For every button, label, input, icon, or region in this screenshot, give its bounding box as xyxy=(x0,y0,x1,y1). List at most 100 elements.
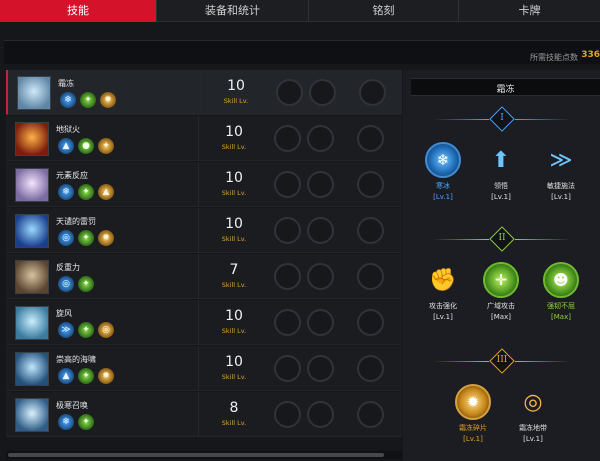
gem-slot[interactable] xyxy=(274,171,301,198)
skill-row[interactable]: 极寒召唤 ❄ ✦ 8 Skill Lv. xyxy=(6,392,402,437)
skill-row[interactable]: 崇高的海啸 ▲ ✦ ✹ 10 Skill Lv. xyxy=(6,346,402,391)
tripod-option-level: [Max] xyxy=(491,313,511,321)
gem-slot[interactable] xyxy=(274,217,301,244)
tripod-option-level: [Lv.1] xyxy=(551,193,571,201)
whirlwind-icon xyxy=(15,306,49,340)
skill-level-label: Skill Lv. xyxy=(221,143,247,151)
skill-row[interactable]: 旋风 ≫ ✦ ◎ 10 Skill Lv. xyxy=(6,300,402,345)
gem-slot[interactable] xyxy=(357,171,384,198)
tripod-rune-icon: ✦ xyxy=(78,368,94,384)
skill-level: 10 xyxy=(225,170,243,186)
attack-boost-icon[interactable]: ✊ xyxy=(425,262,461,298)
skill-row[interactable]: 地狱火 ▲ ● ✦ 10 Skill Lv. xyxy=(6,116,402,161)
tripod-rune-icon: ◎ xyxy=(98,322,114,338)
tripod-option-label: 霜冻地带 xyxy=(519,424,547,432)
gem-slot[interactable] xyxy=(274,125,301,152)
gem-slot[interactable] xyxy=(307,171,334,198)
skill-name: 地狱火 xyxy=(56,125,80,134)
tripod-rune-icons: ▲ ✦ ✹ xyxy=(58,368,114,384)
skill-list: 霜冻 ❄ ✦ ✹ 10 Skill Lv. 地狱火 ▲ ● ✦ 10 Skill Lv. 元素反应 ❄ ✦ ▲… xyxy=(6,70,402,440)
gem-slot[interactable] xyxy=(307,401,334,428)
gem-slot[interactable] xyxy=(357,217,384,244)
tier-divider-line xyxy=(433,119,489,120)
skill-name: 反重力 xyxy=(56,263,80,272)
skill-row[interactable]: 反重力 ◎ ✦ 7 Skill Lv. xyxy=(6,254,402,299)
tripod-rune-icon: ● xyxy=(78,138,94,154)
skill-row[interactable]: 霜冻 ❄ ✦ ✹ 10 Skill Lv. xyxy=(6,70,402,115)
insight-icon[interactable]: ⬆ xyxy=(483,142,519,178)
gem-slot[interactable] xyxy=(359,79,386,106)
tripod-detail-panel: 霜冻 I ❄ 寒冰 [Lv.1] ⬆ 领悟 [Lv.1] ≫ 敏捷施法 [Lv.1] II ✊ 攻击强化… xyxy=(403,70,600,461)
tripod-rune-icon: ✦ xyxy=(80,92,96,108)
tier-numeral: I xyxy=(500,113,504,123)
tripod-rune-icon: ✹ xyxy=(98,230,114,246)
skill-name: 霜冻 xyxy=(58,79,74,88)
hellfire-icon xyxy=(15,122,49,156)
required-points-value: 336 xyxy=(581,50,600,60)
tier-divider-line xyxy=(515,119,571,120)
skill-level-label: Skill Lv. xyxy=(221,281,247,289)
tab-equipment-stats[interactable]: 装备和统计 xyxy=(157,0,309,22)
skill-level-label: Skill Lv. xyxy=(221,327,247,335)
frost-shard-icon[interactable]: ✹ xyxy=(455,384,491,420)
scrollbar-thumb[interactable] xyxy=(8,453,384,457)
gem-slot[interactable] xyxy=(274,355,301,382)
detail-title-bar: 霜冻 xyxy=(411,78,600,96)
tab-skills[interactable]: 技能 xyxy=(0,0,157,22)
tsunami-icon xyxy=(15,352,49,386)
skill-name: 旋风 xyxy=(56,309,72,318)
gem-slot[interactable] xyxy=(309,79,336,106)
tab-bar: 技能 装备和统计 铭刻 卡牌 xyxy=(0,0,600,22)
gem-slot[interactable] xyxy=(274,309,301,336)
tab-engravings[interactable]: 铭刻 xyxy=(309,0,459,22)
row-divider xyxy=(198,392,199,437)
tab-cards[interactable]: 卡牌 xyxy=(459,0,600,22)
skill-level: 10 xyxy=(225,354,243,370)
row-divider xyxy=(198,254,199,299)
gem-slot[interactable] xyxy=(357,401,384,428)
gem-slot[interactable] xyxy=(357,263,384,290)
skill-level-label: Skill Lv. xyxy=(221,373,247,381)
gem-slot[interactable] xyxy=(357,125,384,152)
gem-slot[interactable] xyxy=(276,79,303,106)
skill-name: 极寒召唤 xyxy=(56,401,88,410)
row-divider xyxy=(198,162,199,207)
tier-divider-line xyxy=(433,361,489,362)
tripod-rune-icon: ▲ xyxy=(58,138,74,154)
tripod-rune-icon: ✹ xyxy=(98,368,114,384)
gem-slot[interactable] xyxy=(357,309,384,336)
gem-slot[interactable] xyxy=(307,355,334,382)
gem-slot[interactable] xyxy=(307,263,334,290)
gem-slot[interactable] xyxy=(274,263,301,290)
gem-slot[interactable] xyxy=(307,217,334,244)
skill-level: 8 xyxy=(229,400,239,416)
required-points-label: 所需技能点数 xyxy=(530,53,578,62)
detail-title: 霜冻 xyxy=(496,85,515,95)
anti-gravity-icon xyxy=(15,260,49,294)
skill-level: 10 xyxy=(225,216,243,232)
skill-row[interactable]: 元素反应 ❄ ✦ ▲ 10 Skill Lv. xyxy=(6,162,402,207)
tripod-rune-icons: ▲ ● ✦ xyxy=(58,138,114,154)
quick-cast-icon[interactable]: ≫ xyxy=(543,142,579,178)
frost-rune-icon[interactable]: ❄ xyxy=(425,142,461,178)
tenacity-icon[interactable]: ☻ xyxy=(543,262,579,298)
tripod-rune-icon: ✦ xyxy=(78,184,94,200)
wide-area-icon[interactable]: ✛ xyxy=(483,262,519,298)
gem-slot[interactable] xyxy=(274,401,301,428)
frost-zone-icon[interactable]: ◎ xyxy=(515,384,551,420)
tripod-option-level: [Lv.1] xyxy=(491,193,511,201)
skill-level-label: Skill Lv. xyxy=(221,189,247,197)
tripod-rune-icon: ✦ xyxy=(98,138,114,154)
tripod-rune-icon: ❄ xyxy=(60,92,76,108)
skill-level-label: Skill Lv. xyxy=(223,97,249,105)
gem-slot[interactable] xyxy=(307,125,334,152)
tripod-rune-icons: ❄ ✦ xyxy=(58,414,94,430)
tripod-option-label: 领悟 xyxy=(494,182,508,190)
gem-slot[interactable] xyxy=(357,355,384,382)
skill-row[interactable]: 天谴的雷罚 ◎ ✦ ✹ 10 Skill Lv. xyxy=(6,208,402,253)
tripod-option-level: [Lv.1] xyxy=(463,435,483,443)
row-divider xyxy=(200,70,201,115)
tripod-option-level: [Max] xyxy=(551,313,571,321)
gem-slot[interactable] xyxy=(307,309,334,336)
tripod-option-label: 广域攻击 xyxy=(487,302,515,310)
